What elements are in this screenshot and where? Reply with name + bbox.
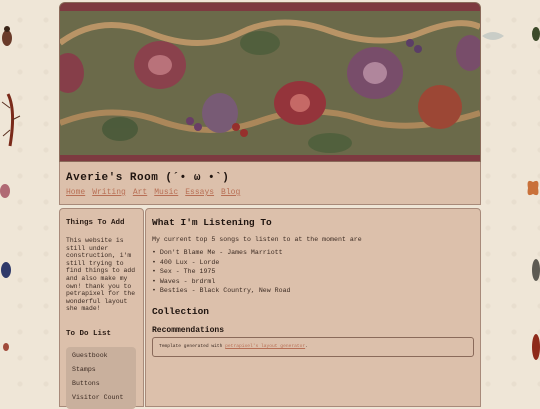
main-navigation: Home Writing Art Music Essays Blog bbox=[66, 188, 240, 197]
sidebar-heading-things-to-add: Things To Add bbox=[66, 219, 125, 227]
nav-link-blog[interactable]: Blog bbox=[221, 188, 240, 197]
song-list-item: Besties - Black Country, New Road bbox=[152, 287, 291, 297]
song-list-item: 400 Lux - Lorde bbox=[152, 259, 291, 269]
song-list-item: Don't Blame Me - James Marriott bbox=[152, 249, 291, 259]
template-credit: Template generated with petrapixel's lay… bbox=[159, 344, 308, 349]
song-list-item: Sex - The 1975 bbox=[152, 268, 291, 278]
todo-item-buttons: Buttons bbox=[72, 380, 100, 387]
moth-illustration bbox=[0, 184, 10, 198]
recommendations-heading: Recommendations bbox=[152, 326, 225, 335]
template-credit-box: Template generated with petrapixel's lay… bbox=[152, 337, 474, 357]
site-container: Averie's Room (´• ω •`) Home Writing Art… bbox=[59, 2, 481, 409]
song-list-item: Waves - brdrml bbox=[152, 278, 291, 288]
grey-beetle-illustration bbox=[532, 259, 540, 281]
todo-item-stamps: Stamps bbox=[72, 366, 96, 373]
dragonfly-illustration bbox=[482, 32, 504, 40]
nav-link-writing[interactable]: Writing bbox=[92, 188, 126, 197]
main-content: What I'm Listening To My current top 5 s… bbox=[145, 208, 481, 407]
sidebar-construction-note: This website is still under construction… bbox=[66, 237, 136, 313]
todo-item-visitor-count: Visitor Count bbox=[72, 394, 124, 401]
sidebar: Things To Add This website is still unde… bbox=[59, 208, 144, 409]
nav-link-home[interactable]: Home bbox=[66, 188, 85, 197]
stick-insect-illustration bbox=[1, 93, 21, 147]
song-list: Don't Blame Me - James Marriott 400 Lux … bbox=[152, 249, 291, 297]
floral-banner bbox=[59, 2, 481, 162]
sidebar-heading-todo: To Do List bbox=[66, 330, 112, 338]
todo-item-guestbook: Guestbook bbox=[72, 352, 108, 359]
collection-heading: Collection bbox=[152, 306, 210, 317]
todo-list: Guestbook Stamps Buttons Visitor Count bbox=[66, 347, 136, 409]
template-credit-prefix: Template generated with bbox=[159, 344, 223, 349]
template-credit-suffix: . bbox=[305, 344, 308, 349]
floral-banner-artwork bbox=[60, 3, 480, 161]
beetle-illustration-right bbox=[532, 27, 540, 41]
red-beetle-illustration bbox=[532, 334, 540, 360]
site-title: Averie's Room (´• ω •`) bbox=[66, 172, 230, 184]
beetle-illustration bbox=[2, 26, 12, 46]
butterfly-illustration bbox=[527, 180, 539, 196]
nav-link-art[interactable]: Art bbox=[133, 188, 147, 197]
small-bug-illustration bbox=[3, 343, 9, 351]
nav-link-music[interactable]: Music bbox=[154, 188, 178, 197]
nav-link-essays[interactable]: Essays bbox=[185, 188, 214, 197]
listening-heading: What I'm Listening To bbox=[152, 217, 272, 228]
layout-generator-link[interactable]: petrapixel's layout generator bbox=[225, 344, 305, 349]
listening-intro: My current top 5 songs to listen to at t… bbox=[152, 236, 362, 243]
blue-beetle-illustration bbox=[1, 262, 11, 278]
site-header: Averie's Room (´• ω •`) Home Writing Art… bbox=[59, 162, 481, 205]
